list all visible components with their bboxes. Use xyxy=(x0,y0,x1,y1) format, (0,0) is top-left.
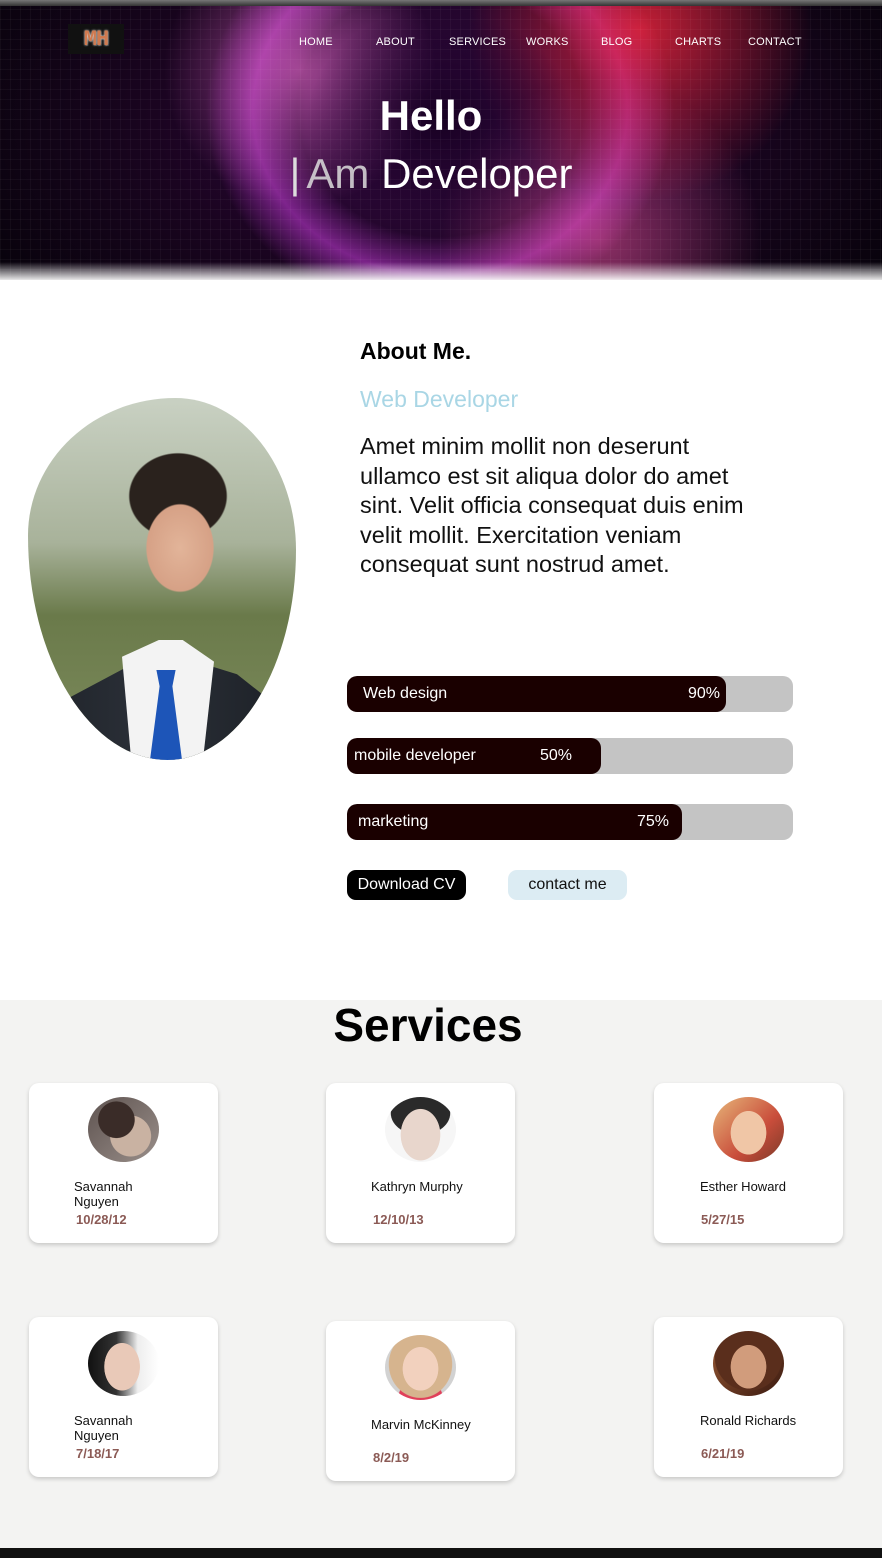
download-cv-button[interactable]: Download CV xyxy=(347,870,466,900)
skill-name: Web design xyxy=(363,685,448,702)
avatar xyxy=(713,1097,784,1162)
avatar xyxy=(88,1097,159,1162)
nav-charts[interactable]: CHARTS xyxy=(675,36,721,48)
avatar xyxy=(385,1335,456,1400)
top-border xyxy=(0,0,882,6)
avatar xyxy=(385,1097,456,1162)
card-name: Kathryn Murphy xyxy=(371,1179,463,1194)
card-date: 5/27/15 xyxy=(701,1212,745,1227)
profile-photo xyxy=(28,398,296,760)
hero-subtitle-bold: Developer xyxy=(381,150,573,197)
nav-contact[interactable]: CONTACT xyxy=(748,36,802,48)
nav-works[interactable]: WORKS xyxy=(526,36,569,48)
contact-me-button[interactable]: contact me xyxy=(508,870,627,900)
card-name: Savannah Nguyen xyxy=(74,1179,133,1209)
skill-percent: 75% xyxy=(637,813,670,830)
card-name: Savannah Nguyen xyxy=(74,1413,133,1443)
footer-bar xyxy=(0,1548,882,1558)
about-title: About Me. xyxy=(360,338,472,364)
skill-percent: 50% xyxy=(540,747,573,764)
skill-bar-mobile-developer: mobile developer 50% xyxy=(347,738,793,774)
typing-cursor: | xyxy=(289,150,301,197)
about-description: Amet minim mollit non deserunt ullamco e… xyxy=(360,433,744,577)
card-name: Marvin McKinney xyxy=(371,1417,471,1432)
nav-services[interactable]: SERVICES xyxy=(449,36,506,48)
card-date: 12/10/13 xyxy=(373,1212,424,1227)
card-date: 10/28/12 xyxy=(76,1212,127,1227)
card-name: Ronald Richards xyxy=(700,1413,797,1428)
card-name: Esther Howard xyxy=(700,1179,786,1194)
hero-hello: Hello xyxy=(379,92,483,139)
skill-name: marketing xyxy=(358,813,429,830)
card-date: 8/2/19 xyxy=(373,1450,410,1465)
main-nav: HOME ABOUT SERVICES WORKS BLOG CHARTS CO… xyxy=(0,36,882,50)
hero-subtitle: | Am Developer xyxy=(0,150,862,198)
nav-about[interactable]: ABOUT xyxy=(376,36,415,48)
skill-bar-marketing: marketing 75% xyxy=(347,804,793,840)
avatar xyxy=(88,1331,159,1396)
service-card[interactable]: Savannah Nguyen 10/28/12 xyxy=(29,1083,218,1243)
nav-blog[interactable]: BLOG xyxy=(601,36,632,48)
card-date: 7/18/17 xyxy=(76,1446,120,1461)
skill-bar-web-design: Web design 90% xyxy=(347,676,793,712)
service-card[interactable]: Marvin McKinney 8/2/19 xyxy=(326,1321,515,1481)
avatar xyxy=(713,1331,784,1396)
hero-banner: MH HOME ABOUT SERVICES WORKS BLOG CHARTS… xyxy=(0,0,882,280)
service-card[interactable]: Savannah Nguyen 7/18/17 xyxy=(29,1317,218,1477)
hero-subtitle-light: Am xyxy=(306,150,370,197)
nav-home[interactable]: HOME xyxy=(299,36,333,48)
service-card[interactable]: Esther Howard 5/27/15 xyxy=(654,1083,843,1243)
skill-name: mobile developer xyxy=(354,747,476,764)
card-date: 6/21/19 xyxy=(701,1446,745,1461)
skill-percent: 90% xyxy=(688,685,721,702)
about-role: Web Developer xyxy=(360,386,519,412)
services-title: Services xyxy=(333,999,523,1051)
service-card[interactable]: Ronald Richards 6/21/19 xyxy=(654,1317,843,1477)
service-card[interactable]: Kathryn Murphy 12/10/13 xyxy=(326,1083,515,1243)
